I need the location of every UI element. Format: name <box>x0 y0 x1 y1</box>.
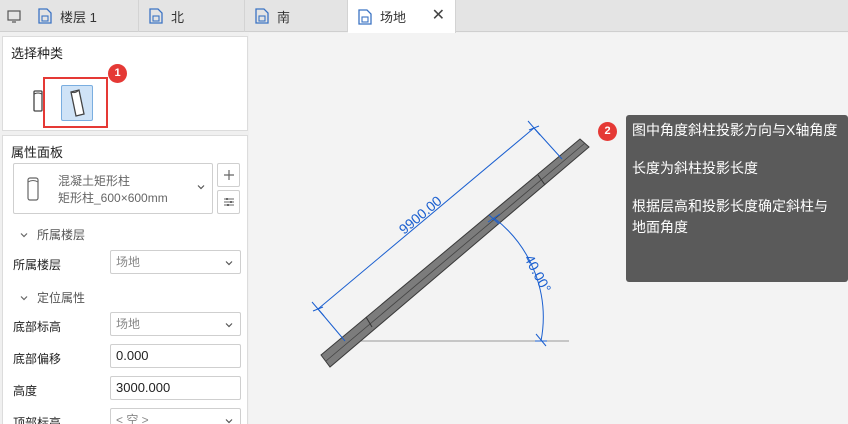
hint-tooltip: 图中角度斜柱投影方向与X轴角度 长度为斜柱投影长度 根据层高和投影长度确定斜柱与… <box>626 115 848 282</box>
type-spec: 矩形柱_600×600mm <box>58 191 168 205</box>
bottom-elevation-label: 底部标高 <box>13 320 62 334</box>
type-selector[interactable]: 混凝土矩形柱 矩形柱_600×600mm <box>13 163 213 214</box>
view-doc-icon <box>149 8 163 24</box>
tab-label: 北 <box>171 9 185 25</box>
tooltip-line: 图中角度斜柱投影方向与X轴角度 <box>632 122 838 138</box>
floor-label: 所属楼层 <box>13 258 62 272</box>
length-dimension-text: 9900.00 <box>396 192 445 237</box>
settings-sliders-icon <box>223 198 234 206</box>
select-kind-panel: 选择种类 1 <box>2 36 248 131</box>
properties-panel: 属性面板 混凝土矩形柱 矩形柱_600×600mm 所属楼层 所属楼层 场地 定… <box>2 135 248 424</box>
column-centerline <box>325 142 586 362</box>
height-label: 高度 <box>13 384 38 398</box>
panel-title: 选择种类 <box>11 46 64 61</box>
close-icon[interactable]: ✕ <box>432 8 445 24</box>
angle-dimension-text: 40.00° <box>521 252 554 295</box>
step-badge-2: 2 <box>598 122 617 141</box>
step-badge-1: 1 <box>108 64 127 83</box>
length-dimension <box>311 120 563 342</box>
section-label: 所属楼层 <box>37 228 86 242</box>
panel-title: 属性面板 <box>11 145 64 160</box>
view-doc-icon <box>255 8 269 24</box>
floor-select[interactable]: 场地 <box>110 250 241 274</box>
tab-bar: 楼层 1 北 南 场地 ✕ <box>0 0 848 33</box>
section-position[interactable]: 定位属性 <box>19 289 85 306</box>
tooltip-line: 根据层高和投影长度确定斜柱与地面角度 <box>632 198 828 235</box>
chevron-down-icon <box>197 185 205 190</box>
window-icon <box>7 10 21 23</box>
tab-floor-1[interactable]: 楼层 1 <box>28 0 139 32</box>
bottom-elevation-select[interactable]: 场地 <box>110 312 241 336</box>
tab-north[interactable]: 北 <box>139 0 245 32</box>
bottom-elevation-value: 场地 <box>116 317 141 331</box>
inclined-column-kind-button[interactable] <box>43 77 108 128</box>
chevron-down-icon <box>225 261 233 266</box>
top-elevation-label: 顶部标高 <box>13 416 62 424</box>
plus-icon <box>223 170 234 180</box>
chevron-down-icon <box>225 323 233 328</box>
column-type-icon <box>27 177 39 201</box>
tooltip-line: 长度为斜柱投影长度 <box>632 160 758 176</box>
add-type-button[interactable] <box>217 163 240 187</box>
tab-label: 楼层 1 <box>60 9 97 25</box>
selected-highlight <box>61 85 93 121</box>
view-doc-icon <box>38 8 52 24</box>
tab-label: 南 <box>277 9 291 25</box>
height-input[interactable]: 3000.000 <box>110 376 241 400</box>
bottom-offset-input[interactable]: 0.000 <box>110 344 241 368</box>
left-panel: 选择种类 1 属性面板 混凝土矩形柱 矩形柱_600×600mm 所属楼层 所属… <box>0 33 248 424</box>
tab-label: 场地 <box>380 10 407 25</box>
tab-site[interactable]: 场地 ✕ <box>348 0 456 33</box>
floor-value: 场地 <box>116 255 141 269</box>
view-doc-icon <box>358 8 372 25</box>
section-floor[interactable]: 所属楼层 <box>19 226 85 243</box>
tab-south[interactable]: 南 <box>245 0 348 32</box>
edit-type-button[interactable] <box>217 190 240 214</box>
top-elevation-value: < 空 > <box>116 413 149 424</box>
section-label: 定位属性 <box>37 291 86 305</box>
chevron-down-icon <box>20 232 28 237</box>
tab-list-button[interactable] <box>0 0 28 32</box>
bottom-offset-label: 底部偏移 <box>13 352 62 366</box>
type-name: 混凝土矩形柱 <box>58 174 131 188</box>
top-elevation-select[interactable]: < 空 > <box>110 408 241 424</box>
inclined-column-icon <box>70 89 85 117</box>
chevron-down-icon <box>225 419 233 424</box>
chevron-down-icon <box>20 295 28 300</box>
